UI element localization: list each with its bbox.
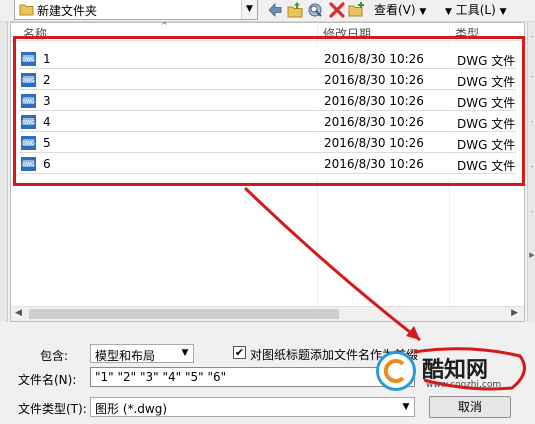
- folder-icon: [19, 4, 34, 16]
- top-toolbar: 新建文件夹 ▼ 查看(V) ▼ ▼ 工具(L) ▼: [0, 0, 535, 22]
- watermark-logo-icon: [376, 351, 416, 391]
- scrollbar-thumb[interactable]: [29, 309, 339, 319]
- site-watermark: 酷知网 www.coozhi.com: [362, 346, 532, 404]
- delete-icon[interactable]: [328, 1, 346, 19]
- tools-menu[interactable]: ▼ 工具(L) ▼: [445, 1, 507, 18]
- horizontal-scrollbar[interactable]: ◀ ▶: [11, 306, 524, 321]
- filetype-label: 文件类型(T):: [18, 402, 87, 416]
- tick-mark-icon: -: [530, 163, 534, 171]
- location-combobox[interactable]: 新建文件夹 ▼: [14, 0, 258, 20]
- include-label: 包含:: [40, 349, 69, 363]
- tick-mark-icon: ▶: [529, 251, 535, 259]
- filename-value: "1" "2" "3" "4" "5" "6": [95, 370, 227, 384]
- chevron-down-icon[interactable]: ▼: [241, 0, 257, 19]
- location-text: 新建文件夹: [37, 4, 98, 18]
- include-select[interactable]: 模型和布局 ▼: [90, 344, 194, 363]
- tick-mark-icon: -: [530, 73, 534, 81]
- watermark-c-icon: [383, 359, 405, 383]
- back-arrow-icon[interactable]: [266, 1, 284, 19]
- chevron-down-icon: ▼: [445, 7, 452, 17]
- view-menu-label: 查看(V): [374, 3, 416, 17]
- view-menu[interactable]: 查看(V) ▼: [374, 1, 426, 18]
- tick-mark-icon: -: [530, 208, 534, 216]
- up-folder-icon[interactable]: [286, 1, 304, 19]
- include-value: 模型和布局: [95, 349, 156, 363]
- chevron-down-icon: ▼: [419, 7, 427, 17]
- tools-menu-label: 工具(L): [455, 3, 496, 17]
- places-sidebar: [0, 22, 8, 322]
- scroll-right-icon[interactable]: ▶: [511, 308, 518, 318]
- filename-prefix-checkbox[interactable]: ✔: [233, 346, 246, 359]
- preview-pane-edge: - - - - - ▶: [527, 22, 535, 322]
- watermark-url: www.coozhi.com: [426, 380, 502, 390]
- scroll-left-icon[interactable]: ◀: [15, 308, 22, 318]
- tick-mark-icon: -: [530, 33, 534, 41]
- chevron-down-icon[interactable]: ▼: [177, 345, 193, 362]
- filename-label: 文件名(N):: [18, 373, 77, 387]
- sort-ascending-icon: ^: [161, 21, 168, 30]
- new-folder-icon[interactable]: [348, 1, 366, 19]
- filetype-value: 图形 (*.dwg): [95, 402, 168, 416]
- checkmark-icon: ✔: [234, 346, 245, 359]
- tick-mark-icon: -: [530, 118, 534, 126]
- chevron-down-icon: ▼: [499, 7, 507, 17]
- highlight-box: [13, 36, 525, 186]
- search-web-icon[interactable]: [306, 1, 324, 19]
